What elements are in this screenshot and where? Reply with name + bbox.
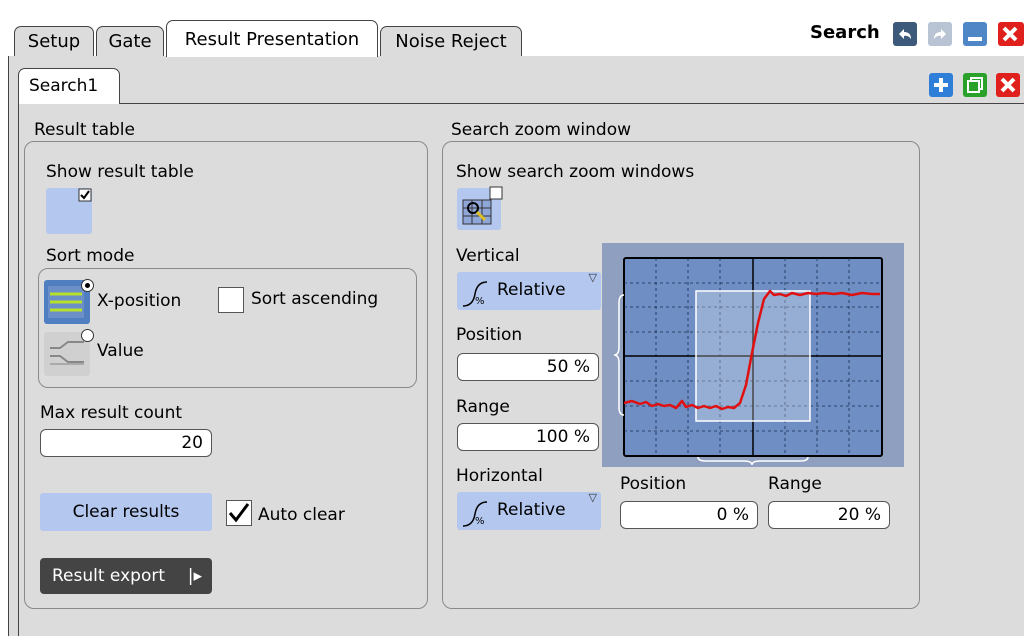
close-icon	[1002, 26, 1018, 42]
subtab-label: Search1	[29, 76, 99, 96]
horizontal-position-label: Position	[620, 474, 687, 494]
zoom-area-rectangle	[695, 290, 811, 422]
max-result-count-input[interactable]: 20	[40, 429, 212, 457]
close-window-button[interactable]	[998, 22, 1024, 46]
tab-label: Setup	[27, 31, 81, 52]
dropdown-arrow-icon: ▽	[588, 491, 597, 504]
show-result-table-label: Show result table	[46, 162, 194, 182]
horizontal-range-label: Range	[768, 474, 822, 494]
horizontal-position-input[interactable]: 0 %	[620, 501, 758, 529]
vertical-mode-dropdown[interactable]: % Relative ▽	[457, 271, 601, 310]
minimize-button[interactable]	[963, 22, 987, 46]
show-zoom-windows-label: Show search zoom windows	[456, 162, 695, 182]
result-table-title: Result table	[34, 120, 135, 140]
undo-button[interactable]	[893, 22, 917, 46]
tab-label: Gate	[108, 31, 152, 52]
close-icon	[1000, 77, 1016, 93]
redo-button[interactable]	[928, 22, 952, 46]
vertical-range-label: Range	[456, 397, 510, 417]
checkbox-unchecked-icon	[489, 186, 503, 200]
horizontal-range-input[interactable]: 20 %	[768, 501, 890, 529]
result-export-label: Result export	[52, 566, 165, 586]
tab-setup[interactable]: Setup	[14, 26, 94, 56]
tab-strip: Setup Gate Result Presentation Noise Rej…	[0, 0, 1024, 62]
max-result-count-label: Max result count	[40, 403, 183, 423]
tab-label: Result Presentation	[184, 29, 360, 50]
xposition-radio[interactable]	[81, 279, 94, 292]
horizontal-mode-value: Relative	[497, 500, 566, 520]
search-zoom-title: Search zoom window	[451, 120, 631, 140]
vertical-mode-value: Relative	[497, 280, 566, 300]
sort-xposition-label: X-position	[97, 291, 182, 311]
delete-search-button[interactable]	[996, 73, 1020, 97]
horizontal-label: Horizontal	[456, 466, 543, 486]
value-radio[interactable]	[81, 329, 94, 342]
sort-ascending-label: Sort ascending	[251, 289, 379, 309]
add-search-button[interactable]	[929, 73, 953, 97]
checkbox-checked-icon	[78, 188, 92, 202]
relative-mode-icon: %	[462, 281, 488, 307]
tab-search1[interactable]: Search1	[18, 68, 120, 104]
tab-noise-reject[interactable]: Noise Reject	[380, 26, 522, 56]
vertical-position-label: Position	[456, 325, 523, 345]
show-zoom-windows-toggle[interactable]	[457, 186, 503, 230]
undo-icon	[899, 29, 911, 39]
clear-results-button[interactable]: Clear results	[40, 493, 212, 531]
sort-mode-group	[38, 268, 417, 388]
dropdown-arrow-icon: ▽	[588, 271, 597, 284]
tab-label: Noise Reject	[395, 31, 507, 52]
vertical-label: Vertical	[456, 246, 520, 266]
sort-ascending-checkbox[interactable]	[218, 287, 244, 313]
minimize-icon	[968, 37, 982, 41]
tab-result-presentation[interactable]: Result Presentation	[166, 20, 378, 57]
expand-arrow-icon: |▸	[187, 566, 202, 586]
copy-icon	[967, 77, 983, 93]
vertical-position-input[interactable]: 50 %	[457, 353, 599, 381]
plus-icon	[934, 78, 948, 92]
checkmark-icon	[228, 503, 250, 523]
svg-text:%: %	[475, 296, 485, 307]
copy-search-button[interactable]	[963, 73, 987, 97]
auto-clear-label: Auto clear	[258, 505, 345, 525]
zoom-preview	[602, 243, 904, 467]
auto-clear-checkbox[interactable]	[226, 500, 252, 526]
redo-icon	[934, 29, 946, 39]
sort-mode-label: Sort mode	[46, 246, 135, 266]
relative-mode-icon: %	[462, 501, 488, 527]
vertical-range-input[interactable]: 100 %	[457, 423, 599, 451]
result-export-button[interactable]: Result export |▸	[40, 558, 212, 594]
sort-value-label: Value	[97, 341, 144, 361]
svg-text:%: %	[475, 516, 485, 527]
show-result-table-toggle[interactable]	[46, 188, 92, 234]
horizontal-mode-dropdown[interactable]: % Relative ▽	[457, 491, 601, 530]
tab-gate[interactable]: Gate	[96, 26, 164, 56]
window-title: Search	[810, 22, 880, 43]
